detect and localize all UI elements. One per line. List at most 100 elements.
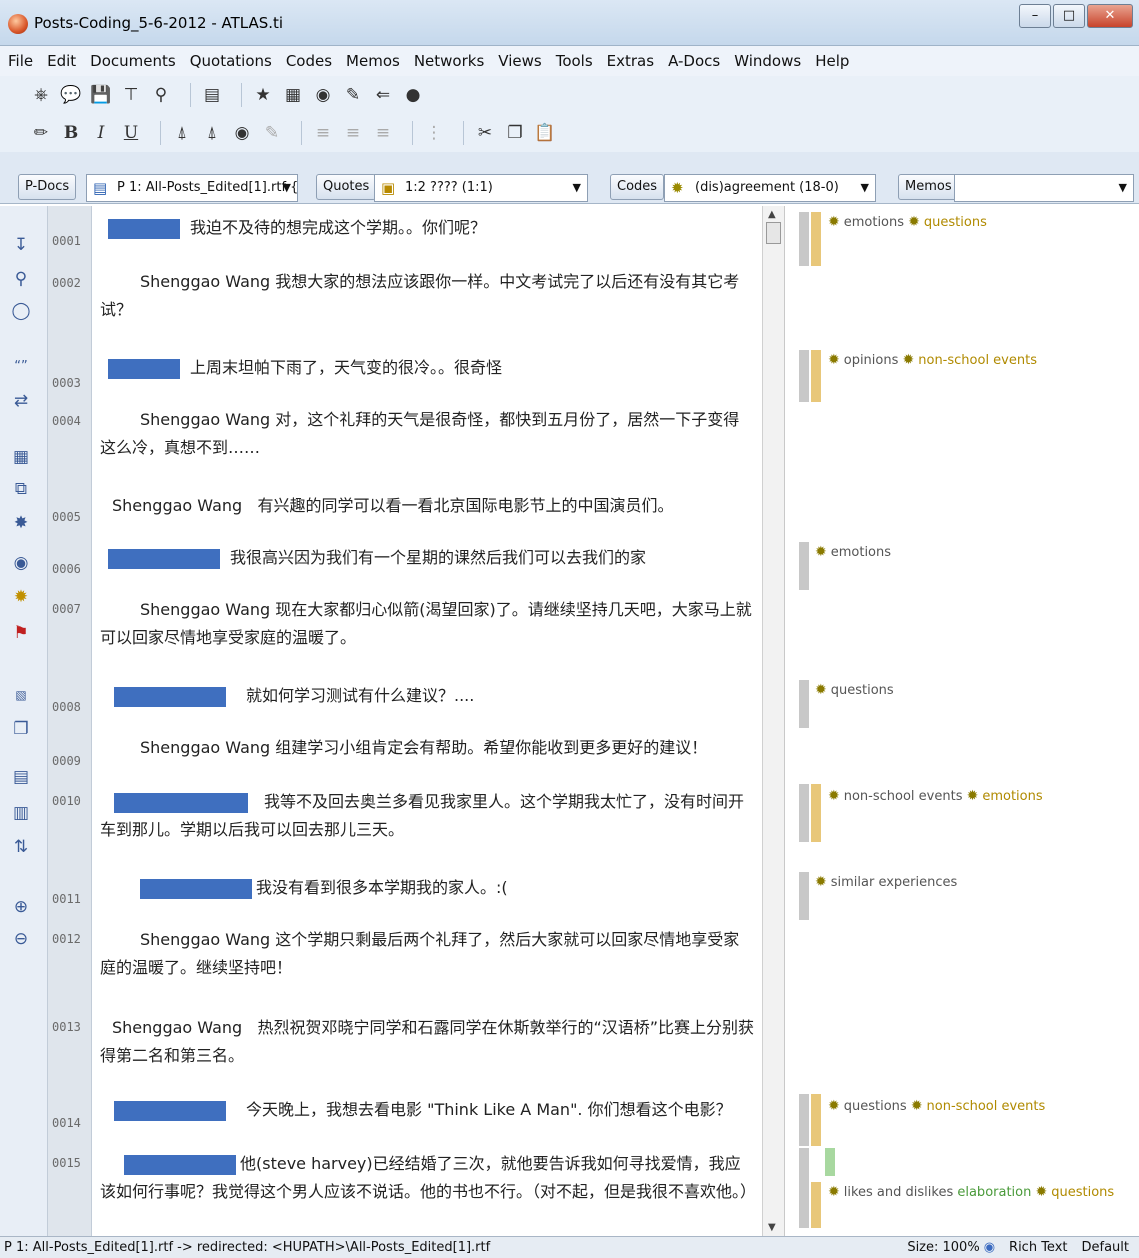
color-picker-icon[interactable]: ◉ — [231, 122, 253, 144]
code-label[interactable]: emotions — [844, 215, 904, 230]
zoom-level[interactable]: Size: 100% — [907, 1237, 979, 1258]
word-count-icon[interactable]: ▧ — [10, 684, 32, 706]
menu-codes[interactable]: Codes — [286, 52, 332, 70]
code-bar[interactable] — [799, 350, 809, 402]
new-code-icon[interactable]: ⎈ — [30, 84, 52, 106]
comment-icon[interactable]: 💬 — [60, 84, 82, 106]
code-margin-area[interactable]: ✹ emotions ✹ questions ✹ opinions ✹ non-scho… — [784, 206, 1139, 1236]
paste-icon[interactable]: 📋 — [534, 122, 556, 144]
code-label[interactable]: questions — [924, 215, 987, 230]
code-label[interactable]: emotions — [831, 545, 891, 560]
comment-bubble-icon[interactable]: ◯ — [10, 300, 32, 322]
code-label[interactable]: similar experiences — [831, 875, 958, 890]
memos-button[interactable]: Memos — [898, 174, 959, 200]
code-label[interactable]: questions — [1051, 1185, 1114, 1200]
bold-icon[interactable]: B — [60, 122, 82, 144]
minimize-button[interactable]: – — [1019, 4, 1051, 28]
menu-a-docs[interactable]: A-Docs — [668, 52, 720, 70]
menu-networks[interactable]: Networks — [414, 52, 484, 70]
copy-pages-icon[interactable]: ❐ — [10, 718, 32, 740]
underline-icon[interactable]: U — [120, 122, 142, 144]
merge-icon[interactable]: ⇅ — [10, 836, 32, 858]
code-bar[interactable] — [799, 784, 809, 842]
highlight-icon[interactable]: ✎ — [261, 122, 283, 144]
code-label[interactable]: non-school events — [844, 789, 963, 804]
align-center-icon[interactable]: ≡ — [342, 122, 364, 144]
code-list-icon[interactable]: ▦ — [10, 446, 32, 468]
document-text-area[interactable]: 我迫不及待的想完成这个学期。。你们呢？ Shenggao Wang 我想大家的想… — [92, 206, 762, 1236]
code-label[interactable]: non-school events — [927, 1099, 1046, 1114]
cut-icon[interactable]: ✂ — [474, 122, 496, 144]
menu-memos[interactable]: Memos — [346, 52, 400, 70]
p-docs-button[interactable]: P-Docs — [18, 174, 77, 200]
italic-icon[interactable]: I — [90, 122, 112, 144]
code-bar[interactable] — [811, 1094, 821, 1146]
zoom-search-icon[interactable]: ⚲ — [10, 268, 32, 290]
menu-documents[interactable]: Documents — [90, 52, 176, 70]
code-bar[interactable] — [799, 542, 809, 590]
pen-icon[interactable]: ✏ — [30, 122, 52, 144]
document-manager-icon[interactable]: ▤ — [201, 84, 223, 106]
quote-marks-icon[interactable]: “” — [10, 356, 32, 378]
maximize-button[interactable]: □ — [1053, 4, 1085, 28]
close-button[interactable]: ✕ — [1087, 4, 1133, 28]
split-top-icon[interactable]: ▤ — [10, 766, 32, 788]
code-label[interactable]: elaboration — [957, 1185, 1031, 1200]
memo-flag-icon[interactable]: ⚑ — [10, 622, 32, 644]
pen-tool-icon[interactable]: ✎ — [342, 84, 364, 106]
menu-extras[interactable]: Extras — [607, 52, 654, 70]
bomb-icon[interactable]: ● — [402, 84, 424, 106]
code-gear-icon[interactable]: ✹ — [10, 586, 32, 608]
code-label[interactable]: likes and dislikes — [844, 1185, 953, 1200]
codes-button[interactable]: Codes — [610, 174, 665, 200]
code-bar[interactable] — [811, 350, 821, 402]
code-bar[interactable] — [811, 1182, 821, 1228]
link-quotes-icon[interactable]: ⇄ — [10, 390, 32, 412]
code-bar[interactable] — [825, 1148, 835, 1176]
font-size-up-icon[interactable]: ⍋ — [201, 122, 223, 144]
network-icon[interactable]: ◉ — [312, 84, 334, 106]
quotes-button[interactable]: Quotes — [316, 174, 377, 200]
copy-icon[interactable]: ❐ — [504, 122, 526, 144]
save-icon[interactable]: 💾 — [90, 84, 112, 106]
code-bar[interactable] — [799, 872, 809, 920]
margin-toggle-icon[interactable]: ↧ — [10, 234, 32, 256]
menu-quotations[interactable]: Quotations — [190, 52, 272, 70]
scroll-up-icon[interactable]: ▲ — [768, 209, 776, 220]
code-bar[interactable] — [811, 212, 821, 266]
memo-dropdown[interactable]: ▼ — [954, 174, 1134, 202]
code-bar[interactable] — [811, 784, 821, 842]
code-bar[interactable] — [799, 1148, 809, 1228]
code-bar[interactable] — [799, 680, 809, 728]
p-doc-dropdown[interactable]: ▤ P 1: All-Posts_Edited[1].rtf { ▼ — [86, 174, 298, 202]
scroll-down-icon[interactable]: ▼ — [768, 1222, 776, 1233]
co-occurrence-icon[interactable]: ▦ — [282, 84, 304, 106]
code-label[interactable]: questions — [831, 683, 894, 698]
zoom-out-icon[interactable]: ⊖ — [10, 928, 32, 950]
code-network-icon[interactable]: ◉ — [10, 552, 32, 574]
code-branch-icon[interactable]: ✸ — [10, 512, 32, 534]
document-scrollbar[interactable]: ▲ ▼ — [762, 206, 784, 1236]
code-bar[interactable] — [799, 1094, 809, 1146]
back-arrow-icon[interactable]: ⇐ — [372, 84, 394, 106]
code-dropdown[interactable]: ✹ (dis)agreement (18-0) ▼ — [664, 174, 876, 202]
code-bar[interactable] — [799, 212, 809, 266]
split-bottom-icon[interactable]: ▥ — [10, 802, 32, 824]
code-label[interactable]: non-school events — [918, 353, 1037, 368]
code-label[interactable]: emotions — [982, 789, 1042, 804]
zoom-in-icon[interactable]: ⊕ — [10, 896, 32, 918]
code-filter-icon[interactable]: ⧉ — [10, 478, 32, 500]
scrollbar-thumb[interactable] — [766, 222, 781, 244]
list-icon[interactable]: ⋮ — [423, 122, 445, 144]
menu-file[interactable]: File — [8, 52, 33, 70]
quote-dropdown[interactable]: ▣ 1:2 ???? (1:1) ▼ — [374, 174, 588, 202]
menu-edit[interactable]: Edit — [47, 52, 76, 70]
menu-help[interactable]: Help — [815, 52, 849, 70]
menu-windows[interactable]: Windows — [734, 52, 801, 70]
search-binoculars-icon[interactable]: ⚲ — [150, 84, 172, 106]
code-tree-icon[interactable]: ⊤ — [120, 84, 142, 106]
code-label[interactable]: questions — [844, 1099, 907, 1114]
font-size-down-icon[interactable]: ⍋ — [171, 122, 193, 144]
code-label[interactable]: opinions — [844, 353, 899, 368]
menu-tools[interactable]: Tools — [556, 52, 593, 70]
